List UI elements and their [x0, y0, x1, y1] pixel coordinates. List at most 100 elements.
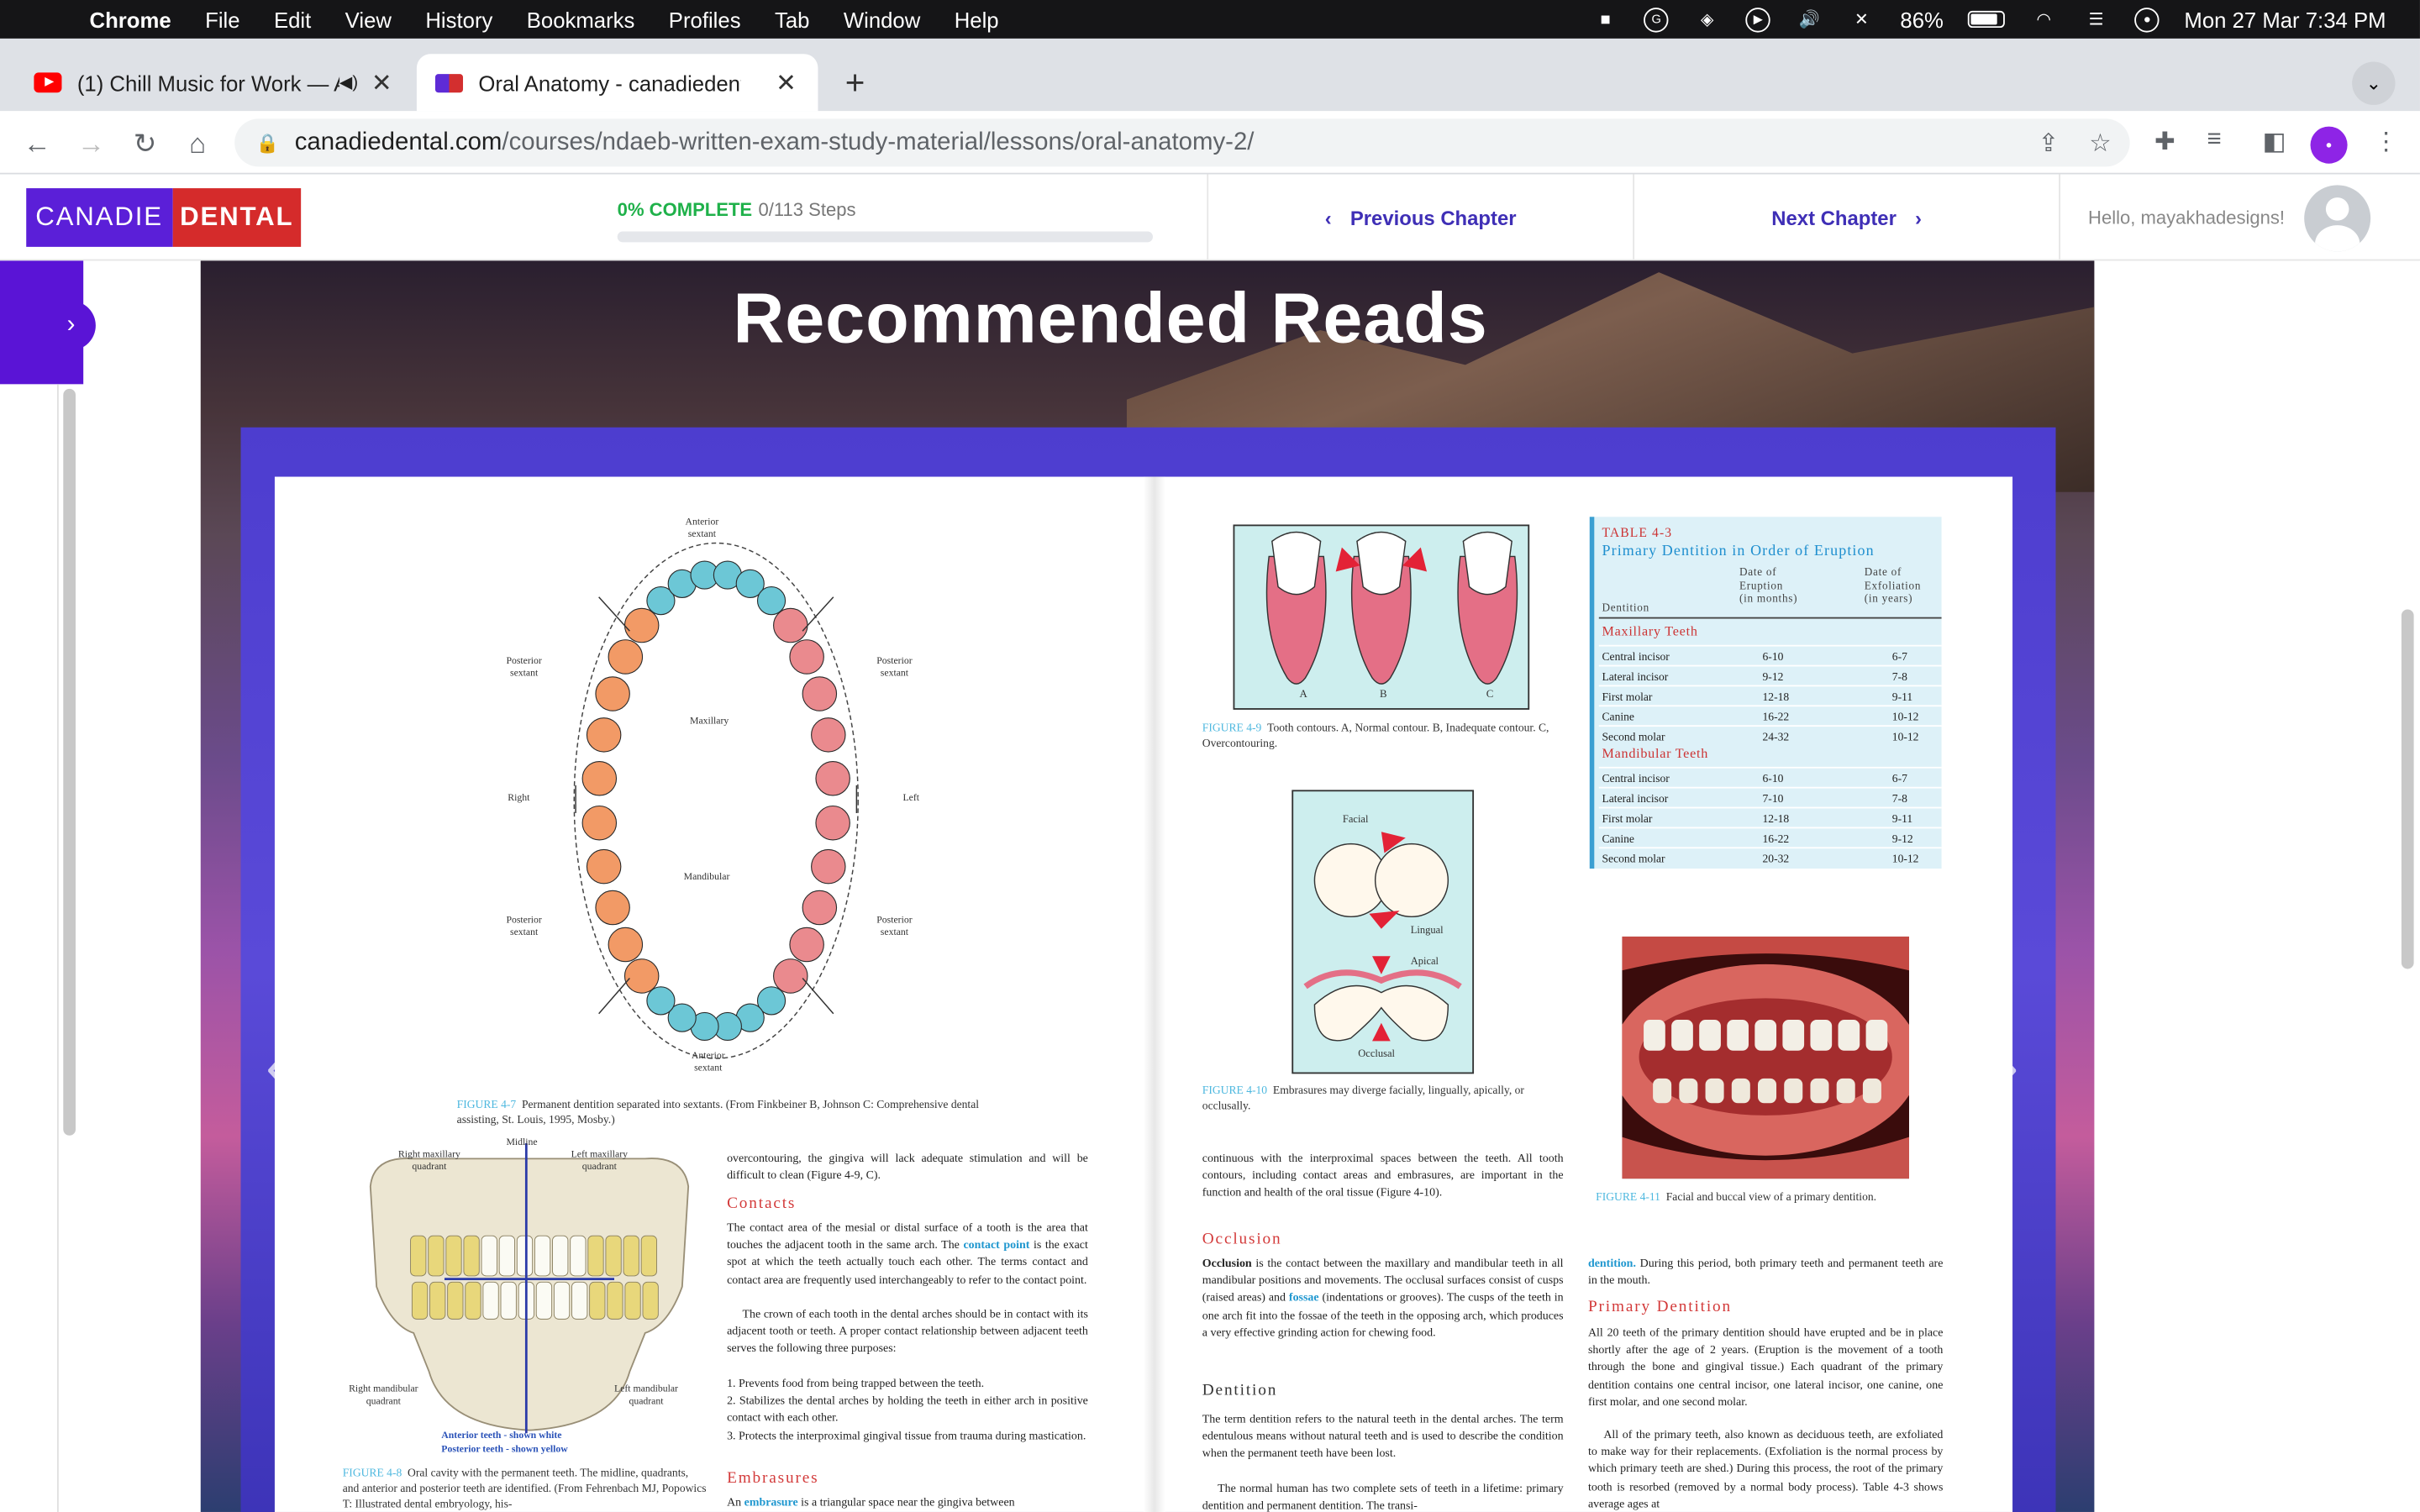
- control-center-icon[interactable]: ☰: [2082, 7, 2110, 31]
- table-cell: 10-12: [1891, 728, 1919, 743]
- lock-icon[interactable]: 🔒: [256, 132, 279, 154]
- figure-4-11-caption: FIGURE 4-11 Facial and buccal view of a …: [1596, 1189, 1877, 1204]
- label-posterior-sextant-bl: Posterior sextant: [506, 915, 542, 938]
- user-greeting[interactable]: Hello, mayakhadesigns!: [2059, 174, 2420, 261]
- text-embrasures: An embrasure is a triangular space near …: [727, 1494, 1015, 1509]
- side-panel-icon[interactable]: ◧: [2263, 127, 2286, 158]
- speaker-icon[interactable]: ◀): [339, 72, 358, 92]
- dropbox-icon[interactable]: ◈: [1693, 7, 1721, 31]
- home-icon[interactable]: ⌂: [179, 125, 216, 162]
- tab-oral-anatomy[interactable]: Oral Anatomy - canadiedental.c ✕: [416, 54, 818, 112]
- label-posterior-sextant-br: Posterior sextant: [876, 915, 913, 938]
- heading-primary-dentition: Primary Dentition: [1587, 1299, 1733, 1316]
- table-row: Central incisor 6-10 6-7: [1598, 766, 1942, 787]
- table-cell: 6-10: [1762, 770, 1784, 785]
- page-scrollbar[interactable]: [2401, 609, 2414, 969]
- label-midline: Midline: [506, 1137, 538, 1148]
- sidebar-panel: ›: [0, 260, 96, 385]
- text-primary-dentition-p1: All 20 teeth of the primary dentition sh…: [1587, 1325, 1944, 1409]
- menu-tab[interactable]: Tab: [775, 7, 809, 31]
- battery-icon[interactable]: [1968, 10, 2006, 29]
- text-contacts-item-1: 1. Prevents food from being trapped betw…: [727, 1376, 985, 1390]
- label-maxillary: Maxillary: [690, 716, 729, 727]
- address-url[interactable]: canadiedental.com/courses/ndaeb-written-…: [295, 129, 1255, 156]
- table-row: Canine 16-22 9-12: [1598, 827, 1942, 847]
- tab-search-chevron-icon[interactable]: ⌄: [2352, 61, 2396, 105]
- extensions-puzzle-icon[interactable]: ✚: [2154, 127, 2175, 158]
- table-cell: 9-11: [1891, 811, 1913, 825]
- label-left-maxillary-quadrant: Left maxillary quadrant: [571, 1149, 629, 1173]
- table-cell: 10-12: [1891, 850, 1919, 865]
- heading-contacts: Contacts: [727, 1195, 797, 1213]
- menu-app-name[interactable]: Chrome: [90, 7, 171, 31]
- canadiedental-logo[interactable]: CANADIE DENTAL: [26, 188, 302, 247]
- book-slider: ‹ › Anterior sextant Po: [240, 427, 2056, 1512]
- label-posterior-sextant-tr: Posterior sextant: [876, 655, 913, 680]
- table-cell: Second molar: [1602, 850, 1665, 865]
- close-tab-icon[interactable]: ✕: [776, 67, 797, 98]
- fig410-label-facial: Facial: [1342, 814, 1369, 826]
- sidebar-scrollbar[interactable]: [63, 388, 76, 1136]
- reading-list-icon[interactable]: ≡: [2207, 127, 2221, 155]
- wifi-icon[interactable]: ◠: [2030, 7, 2058, 31]
- table-cell: 6-10: [1762, 648, 1784, 663]
- play-icon[interactable]: ▶: [1745, 7, 1771, 32]
- table-cell: 9-12: [1762, 669, 1784, 683]
- table-row: First molar 12-18 9-11: [1598, 685, 1942, 705]
- address-bar[interactable]: 🔒 canadiedental.com/courses/ndaeb-writte…: [234, 118, 2130, 167]
- text-contacts-item-2: 2. Stabilizes the dental arches by holdi…: [727, 1393, 1088, 1425]
- table-cell: 7-10: [1762, 790, 1784, 805]
- figure-4-9-caption: FIGURE 4-9 Tooth contours. A, Normal con…: [1202, 720, 1549, 750]
- menu-window[interactable]: Window: [844, 7, 920, 31]
- menu-edit[interactable]: Edit: [274, 7, 311, 31]
- sidebar-toggle-chevron-icon[interactable]: ›: [46, 301, 96, 350]
- label-right-mandibular-quadrant: Right mandibular quadrant: [349, 1383, 418, 1408]
- menu-clock[interactable]: Mon 27 Mar 7:34 PM: [2184, 7, 2386, 31]
- menu-help[interactable]: Help: [955, 7, 999, 31]
- reload-icon[interactable]: ↻: [127, 125, 164, 162]
- share-icon[interactable]: ⇪: [2039, 128, 2060, 159]
- table-row: Canine 16-22 10-12: [1598, 705, 1942, 725]
- table-header-exfoliation: Date of Exfoliation (in years): [1864, 566, 1922, 606]
- menu-profiles[interactable]: Profiles: [669, 7, 741, 31]
- canadiedental-favicon-icon: [434, 73, 464, 92]
- more-vert-icon[interactable]: ⋮: [2374, 127, 2398, 158]
- table-cell: Central incisor: [1602, 648, 1670, 663]
- menu-view[interactable]: View: [345, 7, 392, 31]
- table-cell: 6-7: [1891, 770, 1907, 785]
- new-tab-button[interactable]: +: [834, 61, 876, 104]
- profile-avatar-icon[interactable]: ●: [2310, 126, 2348, 164]
- book-gutter: [1143, 476, 1165, 1512]
- table-title: Primary Dentition in Order of Eruption: [1602, 543, 1875, 560]
- forward-arrow-icon[interactable]: →: [72, 125, 109, 162]
- menu-bookmarks[interactable]: Bookmarks: [527, 7, 635, 31]
- menu-history[interactable]: History: [425, 7, 492, 31]
- camera-icon[interactable]: ■: [1591, 7, 1619, 31]
- label-anterior-sextant-bottom: Anterior sextant: [691, 1050, 725, 1074]
- next-chapter-button[interactable]: Next Chapter ›: [1633, 174, 2059, 261]
- back-arrow-icon[interactable]: ←: [18, 125, 55, 162]
- tab-youtube[interactable]: (1) Chill Music for Work — A ◀) ✕: [13, 54, 414, 111]
- table-row: First molar 12-18 9-11: [1598, 806, 1942, 827]
- close-tab-icon[interactable]: ✕: [371, 67, 392, 98]
- table-row: Lateral incisor 9-12 7-8: [1598, 664, 1942, 685]
- siri-icon[interactable]: ●: [2134, 7, 2160, 32]
- user-avatar[interactable]: [2304, 185, 2371, 252]
- text-dentition-p1: The term dentition refers to the natural…: [1202, 1411, 1564, 1461]
- chevron-left-icon: ‹: [1324, 206, 1332, 229]
- menu-file[interactable]: File: [205, 7, 239, 31]
- table-cell: 20-32: [1762, 850, 1790, 865]
- embrasures-figure: [1292, 790, 1475, 1074]
- volume-icon[interactable]: 🔊: [1796, 7, 1823, 31]
- text-overcontouring: overcontouring, the gingiva will lack ad…: [727, 1151, 1088, 1183]
- table-cell: Lateral incisor: [1602, 669, 1669, 683]
- macos-menu-bar: Chrome File Edit View History Bookmarks …: [0, 0, 2420, 39]
- bluetooth-off-icon[interactable]: ✕: [1848, 7, 1876, 31]
- table-cell: Lateral incisor: [1602, 790, 1669, 805]
- previous-chapter-button[interactable]: ‹ Previous Chapter: [1207, 174, 1633, 261]
- label-anterior-teeth: Anterior teeth - shown white: [441, 1430, 562, 1441]
- grammarly-icon[interactable]: G: [1644, 7, 1669, 32]
- browser-tab-bar: (1) Chill Music for Work — A ◀) ✕ Oral A…: [0, 38, 2420, 112]
- bookmark-star-icon[interactable]: ☆: [2089, 128, 2111, 159]
- table-number: TABLE 4-3: [1602, 524, 1673, 540]
